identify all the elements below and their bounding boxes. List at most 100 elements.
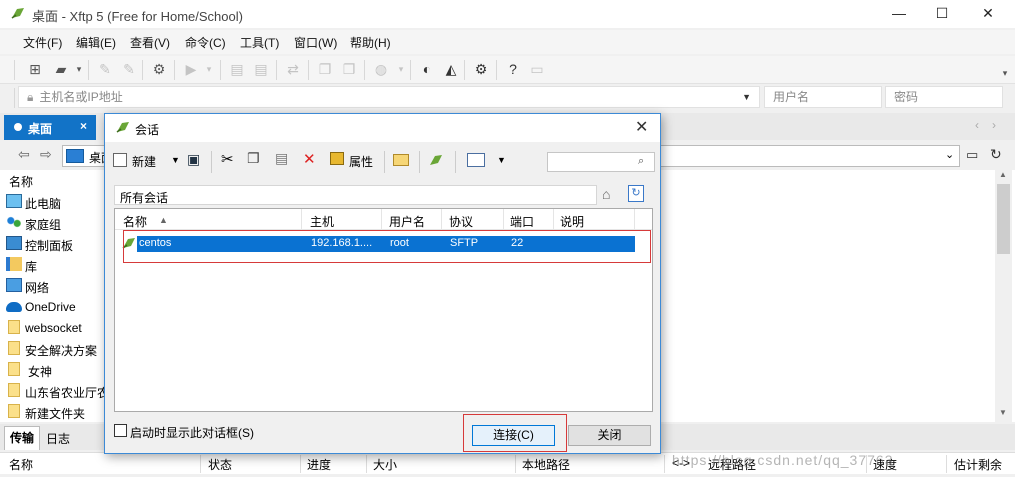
vertical-scrollbar[interactable]: ▲ ▼ — [995, 170, 1012, 422]
paste-icon[interactable]: ▤ — [275, 150, 288, 167]
new-session-icon[interactable]: ⊞ — [26, 60, 44, 78]
toolbar-separator — [174, 60, 175, 80]
toolbar-grip — [14, 88, 15, 108]
column-port[interactable]: 端口 — [510, 213, 534, 230]
connect-icon[interactable]: ✎ — [96, 60, 114, 78]
tab-scroll-right-icon[interactable]: › — [992, 118, 996, 132]
file-edit-icon[interactable]: ▤ — [252, 60, 270, 78]
close-button[interactable]: 关闭 — [568, 425, 651, 446]
save-icon[interactable]: ▣ — [187, 151, 200, 168]
column-status[interactable]: 状态 — [208, 456, 232, 473]
tab-close-icon[interactable]: × — [80, 119, 87, 133]
list-item-label: 家庭组 — [25, 218, 62, 232]
folder-icon — [8, 383, 20, 397]
column-divider — [553, 209, 554, 230]
column-host[interactable]: 主机 — [310, 213, 334, 230]
column-name[interactable]: 名称 — [9, 173, 33, 190]
new-button[interactable]: 新建 — [132, 153, 156, 170]
password-input[interactable]: 密码 — [885, 86, 1003, 108]
host-input[interactable]: 🔒︎ 主机名或IP地址 ▼ — [18, 86, 760, 108]
list-item-label: 控制面板 — [25, 239, 74, 253]
column-name[interactable]: 名称 — [123, 213, 147, 230]
column-local-path[interactable]: 本地路径 — [522, 456, 570, 473]
scroll-up-icon[interactable]: ▲ — [999, 170, 1007, 179]
minimize-button[interactable]: — — [876, 0, 922, 28]
username-input[interactable]: 用户名 — [764, 86, 882, 108]
dialog-close-button[interactable]: ✕ — [635, 117, 648, 137]
folder-icon[interactable] — [393, 154, 409, 166]
tab-log[interactable]: 日志 — [46, 430, 70, 447]
properties-button[interactable]: 属性 — [349, 153, 373, 170]
toolbar-separator — [384, 151, 385, 173]
menu-edit[interactable]: 编辑(E) — [76, 34, 116, 51]
refresh-icon[interactable]: ↻ — [628, 185, 644, 202]
tab-transfer[interactable]: 传输 — [4, 426, 40, 450]
new-session-icon[interactable] — [113, 153, 127, 167]
up-folder-icon[interactable]: ⌂ — [602, 186, 610, 202]
session-search-input[interactable]: ⌕ — [547, 152, 655, 172]
column-description[interactable]: 说明 — [560, 213, 584, 230]
column-progress[interactable]: 进度 — [307, 456, 331, 473]
chevron-down-icon[interactable]: ▼ — [497, 155, 506, 165]
cut-icon[interactable]: ✂ — [221, 150, 234, 168]
transfer-icon[interactable]: ▶ — [182, 60, 200, 78]
copy-icon[interactable]: ❐ — [247, 150, 260, 167]
menu-tools[interactable]: 工具(T) — [240, 34, 279, 51]
session-properties-icon[interactable]: ⚙ — [150, 60, 168, 78]
column-protocol[interactable]: 协议 — [449, 213, 473, 230]
xftp-new-icon[interactable]: ◭ — [442, 60, 460, 78]
menu-help[interactable]: 帮助(H) — [350, 34, 391, 51]
column-eta[interactable]: 估计剩余 — [954, 456, 1002, 473]
close-window-button[interactable]: ✕ — [965, 0, 1011, 28]
paste-icon[interactable]: ❐ — [340, 60, 358, 78]
xshell-icon[interactable]: ◐ — [418, 60, 436, 78]
dialog-title-bar: 会话 ✕ — [105, 114, 660, 142]
tab-scroll-left-icon[interactable]: ‹ — [975, 118, 979, 132]
scroll-down-icon[interactable]: ▼ — [999, 408, 1007, 417]
chevron-down-icon[interactable]: ▼ — [742, 87, 751, 107]
column-user[interactable]: 用户名 — [389, 213, 425, 230]
chevron-down-icon[interactable]: ▾ — [200, 60, 218, 78]
view-mode-icon[interactable] — [467, 153, 485, 167]
list-item-label: 网络 — [25, 281, 50, 295]
column-size[interactable]: 大小 — [373, 456, 397, 473]
help-icon[interactable]: ? — [504, 60, 522, 78]
maximize-button[interactable]: ☐ — [919, 0, 965, 28]
show-on-startup-label[interactable]: 启动时显示此对话框(S) — [130, 424, 254, 441]
disconnect-icon[interactable]: ✎ — [120, 60, 138, 78]
chevron-down-icon[interactable]: ▼ — [171, 155, 180, 165]
gear-icon[interactable]: ⚙ — [472, 60, 490, 78]
toolbar-grip — [14, 60, 15, 80]
sync-icon[interactable]: ⇄ — [284, 60, 302, 78]
show-on-startup-checkbox[interactable] — [114, 424, 127, 437]
column-name[interactable]: 名称 — [9, 456, 33, 473]
connect-button[interactable]: 连接(C) — [472, 425, 555, 446]
delete-icon[interactable]: ✕ — [303, 150, 316, 168]
refresh-icon[interactable]: ↻ — [990, 146, 1002, 163]
toolbar-separator — [455, 151, 456, 173]
xftp-logo-icon — [11, 8, 24, 19]
back-icon[interactable]: ⇦ — [18, 146, 30, 163]
chat-icon[interactable]: ▭ — [528, 60, 546, 78]
copy-icon[interactable]: ❐ — [316, 60, 334, 78]
chevron-down-icon[interactable]: ▾ — [392, 60, 410, 78]
globe-icon[interactable]: ◍ — [372, 60, 390, 78]
window-title: 桌面 - Xftp 5 (Free for Home/School) — [32, 9, 243, 24]
folder-nav-icon[interactable]: ▭ — [966, 147, 978, 163]
file-icon[interactable]: ▤ — [228, 60, 246, 78]
address-bar: 🔒︎ 主机名或IP地址 ▼ 用户名 密码 — [0, 86, 1015, 110]
tab-desktop[interactable]: 桌面 × — [4, 115, 96, 140]
menu-file[interactable]: 文件(F) — [23, 34, 62, 51]
column-divider — [634, 209, 635, 230]
xftp-session-icon[interactable] — [428, 153, 444, 169]
menu-command[interactable]: 命令(C) — [185, 34, 226, 51]
forward-icon[interactable]: ⇨ — [40, 146, 52, 163]
menu-window[interactable]: 窗口(W) — [294, 34, 337, 51]
menu-view[interactable]: 查看(V) — [130, 34, 170, 51]
open-folder-icon[interactable]: ▰ — [52, 60, 70, 78]
toolbar-overflow-icon[interactable]: ▾ — [996, 64, 1014, 82]
properties-icon[interactable] — [330, 152, 344, 165]
chevron-down-icon[interactable]: ▾ — [70, 60, 88, 78]
scrollbar-thumb[interactable] — [997, 184, 1010, 254]
chevron-down-icon[interactable]: ⌄ — [945, 148, 954, 161]
